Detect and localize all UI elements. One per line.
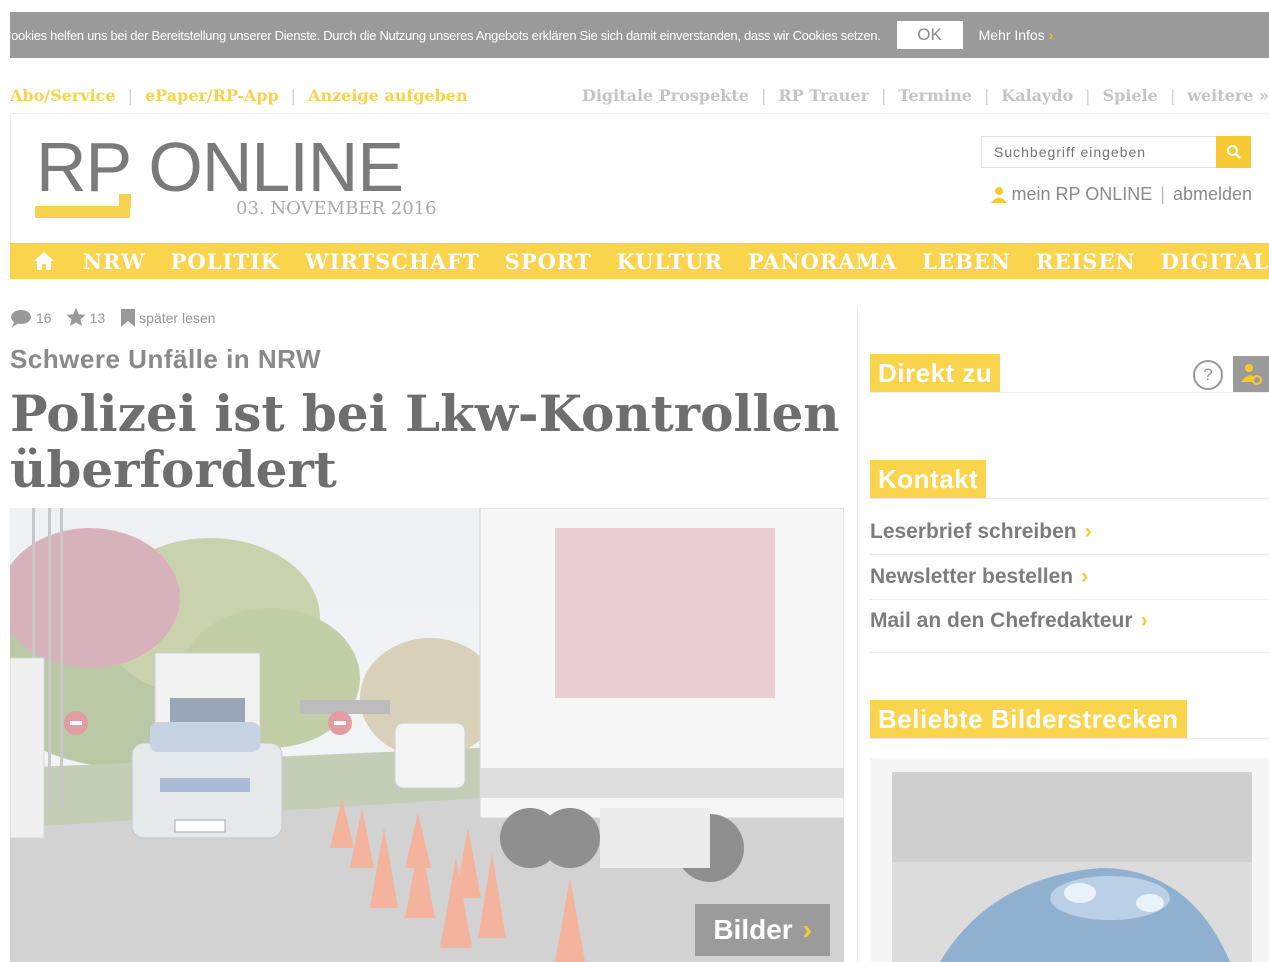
- nav-home[interactable]: [30, 251, 58, 271]
- separator: |: [881, 86, 887, 105]
- beliebte-bilderstrecken-title: Beliebte Bilderstrecken: [870, 700, 1187, 738]
- read-later-link[interactable]: später lesen: [139, 310, 215, 326]
- chevron-right-icon: ›: [1081, 565, 1089, 588]
- article-photo[interactable]: Bilder ›: [10, 508, 844, 962]
- contact-link-leserbrief[interactable]: Leserbrief schreiben ›: [870, 520, 1092, 544]
- divider: [870, 738, 1269, 739]
- separator: |: [1160, 184, 1165, 204]
- contact-link-label: Newsletter bestellen: [870, 565, 1074, 588]
- cookie-banner: Cookies helfen uns bei der Bereitstellun…: [10, 12, 1269, 58]
- bookmark-icon[interactable]: [121, 308, 136, 327]
- nav-item-leben[interactable]: LEBEN: [922, 249, 1011, 274]
- user-icon: [990, 186, 1007, 203]
- gallery-teaser-image: [892, 772, 1252, 962]
- article-kicker: Schwere Unfälle in NRW: [10, 344, 322, 374]
- site-header: RP ONLINE 03. NOVEMBER 2016 mein RP ONLI…: [10, 113, 1269, 244]
- direkt-zu-title: Direkt zu: [870, 354, 1001, 392]
- article-meta: 16 13 später lesen: [10, 308, 219, 327]
- main-nav: NRW POLITIK WIRTSCHAFT SPORT KULTUR PANO…: [10, 243, 1269, 279]
- link-kalaydo[interactable]: Kalaydo: [1001, 86, 1073, 105]
- logo-underline-tick: [119, 194, 131, 208]
- star-count: 13: [89, 309, 106, 326]
- divider: [870, 498, 1269, 499]
- divider: [870, 599, 1269, 600]
- nav-item-kultur[interactable]: KULTUR: [617, 249, 723, 274]
- contact-link-label: Mail an den Chefredakteur: [870, 609, 1133, 632]
- nav-item-sport[interactable]: SPORT: [505, 249, 592, 274]
- cookie-more-info-link[interactable]: Mehr Infos ›: [979, 27, 1054, 43]
- contact-link-label: Leserbrief schreiben: [870, 520, 1077, 543]
- separator: |: [760, 86, 767, 105]
- link-spiele[interactable]: Spiele: [1103, 86, 1158, 105]
- nav-item-digital[interactable]: DIGITAL: [1161, 249, 1269, 274]
- contact-link-newsletter[interactable]: Newsletter bestellen ›: [870, 565, 1088, 589]
- nav-item-politik[interactable]: POLITIK: [171, 249, 280, 274]
- column-divider: [857, 308, 858, 962]
- chevron-right-icon: ›: [1084, 520, 1092, 543]
- separator: |: [1085, 86, 1091, 105]
- link-prospekte[interactable]: Digitale Prospekte: [582, 86, 749, 105]
- divider: [870, 392, 1269, 393]
- account-area: mein RP ONLINE | abmelden: [990, 184, 1252, 205]
- link-abo-service[interactable]: Abo/Service: [10, 86, 116, 105]
- chevron-right-icon: ›: [1140, 609, 1148, 632]
- site-logo[interactable]: RP ONLINE: [36, 132, 404, 202]
- personalize-icon: [1241, 364, 1262, 385]
- nav-item-panorama[interactable]: PANORAMA: [748, 249, 897, 274]
- help-icon[interactable]: ?: [1193, 360, 1223, 390]
- gallery-button-label: Bilder: [713, 914, 793, 945]
- gallery-teaser[interactable]: [870, 758, 1269, 962]
- comment-icon[interactable]: [10, 309, 32, 327]
- link-anzeige[interactable]: Anzeige aufgeben: [308, 86, 468, 105]
- personalize-button[interactable]: [1233, 356, 1269, 392]
- search-button[interactable]: [1216, 136, 1251, 168]
- service-bar: Abo/Service | ePaper/RP-App | Anzeige au…: [10, 86, 1269, 112]
- comment-count: 16: [36, 309, 52, 326]
- nav-item-nrw[interactable]: NRW: [83, 249, 146, 274]
- article-headline: Polizei ist bei Lkw-Kontrollen überforde…: [10, 384, 840, 499]
- search-input[interactable]: [981, 136, 1229, 168]
- gallery-button[interactable]: Bilder ›: [695, 904, 830, 956]
- chevron-right-icon: ›: [802, 914, 812, 945]
- nav-item-wirtschaft[interactable]: WIRTSCHAFT: [305, 249, 480, 274]
- service-links-left: Abo/Service | ePaper/RP-App | Anzeige au…: [10, 86, 468, 105]
- separator: |: [290, 86, 297, 105]
- my-account-link[interactable]: mein RP ONLINE: [1012, 184, 1153, 205]
- cookie-text: Cookies helfen uns bei der Bereitstellun…: [10, 27, 881, 43]
- logout-link[interactable]: abmelden: [1173, 184, 1252, 205]
- separator: |: [127, 86, 133, 105]
- link-epaper[interactable]: ePaper/RP-App: [145, 86, 279, 105]
- nav-item-reisen[interactable]: REISEN: [1036, 249, 1136, 274]
- photo-police-truck-checkpoint: [10, 508, 844, 962]
- home-icon: [33, 252, 54, 270]
- cookie-ok-button[interactable]: OK: [896, 21, 963, 49]
- header-date: 03. NOVEMBER 2016: [236, 198, 437, 219]
- separator: |: [983, 86, 990, 105]
- search-icon: [1226, 145, 1241, 159]
- contact-link-chefredakteur[interactable]: Mail an den Chefredakteur ›: [870, 609, 1148, 633]
- star-icon[interactable]: [66, 308, 86, 327]
- separator: |: [1169, 86, 1176, 105]
- logo-underline: [35, 206, 130, 218]
- chevron-right-icon: ›: [1048, 27, 1054, 43]
- divider: [870, 554, 1269, 555]
- link-termine[interactable]: Termine: [898, 86, 972, 105]
- link-trauer[interactable]: RP Trauer: [778, 86, 869, 105]
- divider: [870, 652, 1269, 653]
- link-weitere[interactable]: weitere »: [1187, 86, 1269, 105]
- kontakt-title: Kontakt: [870, 460, 987, 498]
- service-links-right: Digitale Prospekte | RP Trauer | Termine…: [582, 86, 1269, 105]
- cookie-more-label: Mehr Infos: [978, 27, 1045, 43]
